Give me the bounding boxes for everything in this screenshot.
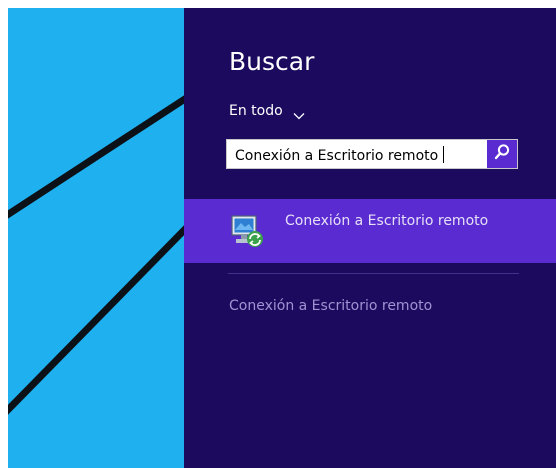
wallpaper-line bbox=[8, 95, 184, 219]
search-input-text: Conexión a Escritorio remoto bbox=[235, 148, 439, 164]
wallpaper-lines bbox=[8, 95, 184, 415]
search-result-label: Conexión a Escritorio remoto bbox=[285, 213, 489, 229]
desktop-background bbox=[8, 8, 184, 468]
search-suggestion[interactable]: Conexión a Escritorio remoto bbox=[229, 298, 432, 314]
search-button[interactable] bbox=[487, 140, 517, 168]
wallpaper-line bbox=[8, 225, 184, 415]
search-input-value[interactable]: Conexión a Escritorio remoto bbox=[235, 146, 445, 164]
screen: Buscar En todo Conexión a Escritorio rem… bbox=[8, 8, 556, 468]
remote-desktop-icon bbox=[228, 211, 268, 251]
results-divider bbox=[228, 273, 519, 274]
search-scope-dropdown[interactable]: En todo bbox=[229, 103, 305, 120]
search-charm-panel: Buscar En todo Conexión a Escritorio rem… bbox=[184, 8, 556, 468]
search-result-item[interactable]: Conexión a Escritorio remoto bbox=[184, 199, 556, 263]
search-scope-label: En todo bbox=[229, 103, 283, 119]
search-icon bbox=[493, 143, 511, 165]
panel-title: Buscar bbox=[229, 47, 315, 76]
chevron-down-icon bbox=[293, 108, 305, 120]
text-cursor bbox=[443, 146, 445, 163]
search-input[interactable]: Conexión a Escritorio remoto bbox=[226, 139, 518, 169]
